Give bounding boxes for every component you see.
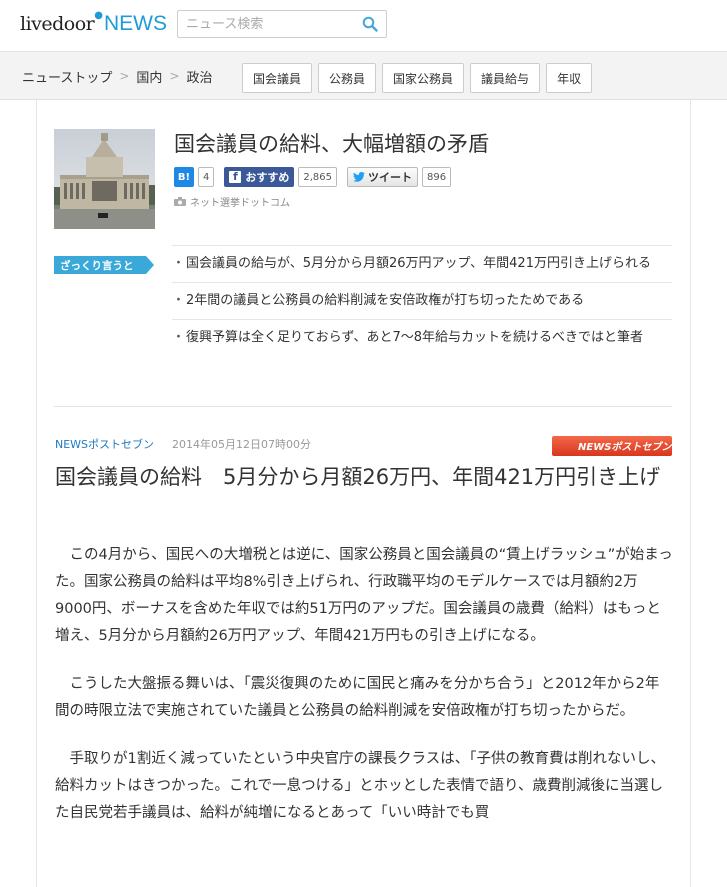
chevron-right-icon: > (119, 69, 130, 83)
summary-item: 復興予算は全く足りておらず、あと7〜8年給与カットを続けるべきではと筆者 (172, 319, 672, 356)
social-buttons: B! 4 f おすすめ 2,865 ツイート 896 (174, 167, 457, 187)
breadcrumb-item-top[interactable]: ニューストップ (22, 67, 112, 86)
facebook-recommend-button[interactable]: f おすすめ (224, 167, 295, 187)
article-thumbnail[interactable] (54, 129, 155, 229)
chevron-right-icon: > (169, 69, 180, 83)
logo-news: NEWS (104, 12, 167, 35)
zakkuri-label: ざっくり言うと (60, 259, 134, 272)
diet-building-image (54, 129, 155, 229)
breadcrumb: ニューストップ > 国内 > 政治 (22, 52, 213, 100)
zakkuri-badge: ざっくり言うと (54, 256, 154, 274)
publisher-logo[interactable]: NEWSポストセブン (552, 436, 672, 456)
article-paragraph: この4月から、国民への大増税とは逆に、国家公務員と国会議員の“賃上げラッシュ”が… (55, 547, 673, 644)
tag-button[interactable]: 議員給与 (470, 63, 541, 93)
search-icon[interactable] (362, 16, 378, 32)
summary-item: 2年間の議員と公務員の給料削減を安倍政権が打ち切ったためである (172, 282, 672, 319)
facebook-icon: f (229, 171, 242, 183)
logo-livedoor: livedoor (20, 13, 95, 35)
summary-item: 国会議員の給与が、5月分から月額26万円アップ、年間421万円引き上げられる (172, 245, 672, 282)
breadcrumb-item-politics[interactable]: 政治 (187, 67, 213, 86)
article-paragraph: こうした大盤振る舞いは、「震災復興のために国民と痛みを分かち合う」と2012年か… (55, 676, 660, 719)
tag-button[interactable]: 年収 (546, 63, 593, 93)
facebook-count: 2,865 (298, 167, 338, 187)
article-paragraph: 手取りが1割近く減っていたという中央官庁の課長クラスは、「子供の教育費は削れない… (55, 751, 665, 821)
search-box (177, 10, 387, 38)
tweet-label: ツイート (368, 171, 413, 184)
tag-button[interactable]: 公務員 (318, 63, 377, 93)
site-logo[interactable]: livedoor●NEWS (20, 10, 167, 40)
tweet-count: 896 (422, 167, 452, 187)
news-postseven-logo: NEWSポストセブン (552, 436, 672, 456)
hatena-count: 4 (198, 167, 215, 187)
source-credit: ネット選挙ドットコム (174, 194, 290, 209)
zakkuri-badge-shape: ざっくり言うと (54, 256, 154, 274)
article-meta: NEWSポストセブン 2014年05月12日07時00分 (55, 436, 311, 452)
site-header: livedoor●NEWS (0, 0, 727, 52)
summary-list: 国会議員の給与が、5月分から月額26万円アップ、年間421万円引き上げられる 2… (172, 245, 672, 356)
publish-date: 2014年05月12日07時00分 (172, 438, 312, 451)
tweet-button[interactable]: ツイート (347, 167, 419, 187)
section-divider (54, 406, 672, 407)
camera-icon (174, 197, 186, 206)
twitter-bird-icon (353, 172, 366, 182)
nav-bar: ニューストップ > 国内 > 政治 国会議員 公務員 国家公務員 議員給与 年収 (0, 52, 727, 100)
publisher-logo-text: NEWSポストセブン (578, 441, 672, 453)
left-rule (36, 100, 37, 887)
article-body: この4月から、国民への大増税とは逆に、国家公務員と国会議員の“賃上げラッシュ”が… (55, 542, 673, 848)
logo-dot: ● (94, 10, 103, 21)
facebook-label: おすすめ (245, 171, 290, 184)
source-name: ネット選挙ドットコム (190, 198, 290, 209)
right-rule (690, 100, 691, 887)
search-input[interactable] (178, 11, 353, 37)
publisher-link[interactable]: NEWSポストセブン (55, 436, 154, 452)
breadcrumb-item-domestic[interactable]: 国内 (136, 67, 162, 86)
article-title: 国会議員の給料 5月分から月額26万円、年間421万円引き上げ (55, 465, 661, 489)
topic-tags: 国会議員 公務員 国家公務員 議員給与 年収 (242, 63, 593, 93)
tag-button[interactable]: 国家公務員 (382, 63, 465, 93)
article-headline[interactable]: 国会議員の給料、大幅増額の矛盾 (174, 128, 489, 158)
hatena-bookmark-button[interactable]: B! (174, 167, 194, 187)
tag-button[interactable]: 国会議員 (242, 63, 313, 93)
